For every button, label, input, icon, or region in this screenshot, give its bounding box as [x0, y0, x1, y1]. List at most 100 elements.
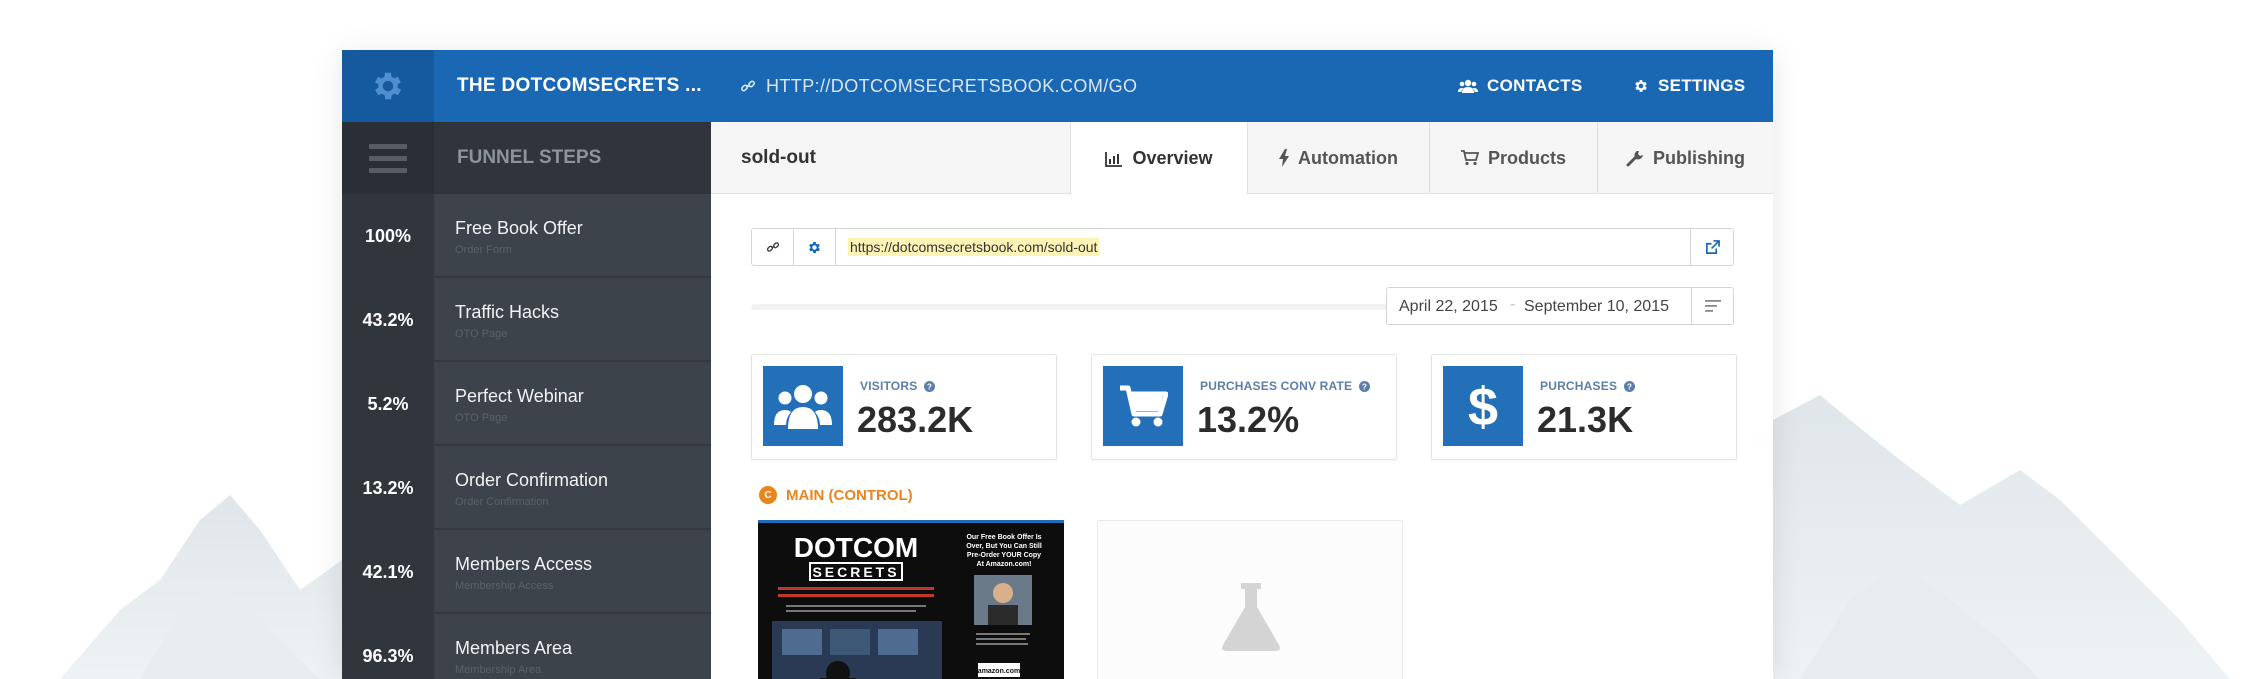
stat-label: VISITORS ? [860, 379, 936, 393]
funnel-url-link[interactable]: HTTP://DOTCOMSECRETSBOOK.COM/GO [740, 50, 1137, 122]
page-thumbnail[interactable]: DOTCOM SECRETS Our Free Book Offer Is Ov… [758, 520, 1064, 679]
funnel-step-traffic-hacks[interactable]: 43.2% Traffic Hacks OTO Page [342, 278, 711, 362]
dollar-icon: $ [1468, 378, 1498, 434]
svg-text:?: ? [927, 382, 932, 391]
variant-header: C MAIN (CONTROL) [759, 486, 913, 504]
step-conversion-percent: 100% [342, 194, 434, 278]
stat-icon-box: $ [1443, 366, 1523, 446]
funnel-url-text: HTTP://DOTCOMSECRETSBOOK.COM/GO [766, 75, 1138, 96]
variant-label: MAIN (CONTROL) [786, 486, 913, 504]
tab-automation[interactable]: Automation [1247, 122, 1429, 194]
top-bar: THE DOTCOMSECRETS ... HTTP://DOTCOMSECRE… [342, 50, 1773, 122]
thumbnail-logo-bottom: SECRETS [812, 564, 899, 580]
thumbnail-preview: DOTCOM SECRETS Our Free Book Offer Is Ov… [758, 523, 1064, 679]
step-conversion-percent: 5.2% [342, 362, 434, 446]
funnel-step-free-book-offer[interactable]: 100% Free Book Offer Order Form [342, 194, 711, 278]
add-split-test-placeholder[interactable] [1097, 520, 1403, 679]
main-panel: sold-out Overview Automation Products Pu… [711, 122, 1773, 679]
step-name: Perfect Webinar [455, 386, 584, 406]
link-icon [740, 80, 756, 92]
settings-button[interactable]: SETTINGS [1633, 50, 1745, 122]
date-range-picker[interactable]: April 22, 2015 - September 10, 2015 [1386, 287, 1734, 325]
sidebar-header: FUNNEL STEPS [342, 122, 711, 194]
flask-icon [1222, 583, 1280, 651]
filter-lines-icon [1704, 300, 1721, 312]
funnel-step-order-confirmation[interactable]: 13.2% Order Confirmation Order Confirmat… [342, 446, 711, 530]
svg-text:?: ? [1362, 382, 1367, 391]
svg-text:?: ? [1627, 382, 1632, 391]
hamburger-menu-icon [369, 144, 407, 173]
funnel-step-members-access[interactable]: 42.1% Members Access Membership Access [342, 530, 711, 614]
stat-label-text: VISITORS [860, 379, 918, 393]
svg-text:At Amazon.com!: At Amazon.com! [977, 561, 1032, 568]
step-conversion-percent: 13.2% [342, 446, 434, 530]
stat-card-conversion-rate: PURCHASES CONV RATE ? 13.2% [1091, 354, 1397, 460]
open-page-button[interactable] [1690, 229, 1733, 265]
thumbnail-amazon: amazon.com [978, 668, 1020, 675]
users-icon [1458, 79, 1478, 93]
sidebar-menu-toggle[interactable] [342, 122, 434, 194]
step-name: Members Access [455, 554, 593, 574]
funnel-title[interactable]: THE DOTCOMSECRETS ... [457, 50, 702, 122]
page-url-field: https://dotcomsecretsbook.com/sold-out [751, 228, 1734, 266]
tab-label: Overview [1132, 148, 1213, 168]
funnel-app-window: THE DOTCOMSECRETS ... HTTP://DOTCOMSECRE… [342, 50, 1773, 679]
step-conversion-percent: 96.3% [342, 614, 434, 679]
contacts-button[interactable]: CONTACTS [1458, 50, 1583, 122]
help-icon[interactable]: ? [1624, 380, 1636, 392]
tab-overview[interactable]: Overview [1070, 122, 1247, 195]
step-type: Order Confirmation [455, 496, 549, 508]
tab-label: Publishing [1653, 147, 1745, 168]
stat-value: 21.3K [1537, 399, 1634, 440]
funnel-settings-gear[interactable] [342, 50, 434, 122]
settings-label: SETTINGS [1658, 76, 1746, 95]
funnel-step-perfect-webinar[interactable]: 5.2% Perfect Webinar OTO Page [342, 362, 711, 446]
date-start: April 22, 2015 [1399, 298, 1498, 315]
date-end: September 10, 2015 [1524, 298, 1669, 315]
help-icon[interactable]: ? [1359, 380, 1371, 392]
gear-icon [809, 241, 820, 253]
url-settings-button[interactable] [794, 229, 836, 265]
contacts-label: CONTACTS [1487, 76, 1583, 95]
date-filter-button[interactable] [1691, 288, 1733, 324]
funnel-steps-sidebar: FUNNEL STEPS 100% Free Book Offer Order … [342, 122, 711, 679]
tab-products[interactable]: Products [1429, 122, 1597, 194]
copy-link-button[interactable] [752, 229, 794, 265]
tab-label: Automation [1298, 147, 1398, 168]
link-icon [766, 242, 779, 252]
page-url-text[interactable]: https://dotcomsecretsbook.com/sold-out [848, 238, 1100, 256]
svg-text:Pre-Order YOUR Copy: Pre-Order YOUR Copy [967, 552, 1041, 559]
date-separator: - [1510, 296, 1516, 313]
tab-label: Products [1487, 147, 1566, 168]
stat-icon-box [1103, 366, 1183, 446]
svg-text:$: $ [1468, 378, 1498, 434]
tab-publishing[interactable]: Publishing [1597, 122, 1773, 194]
svg-text:Over, But You Can Still: Over, But You Can Still [966, 543, 1042, 550]
funnel-step-members-area[interactable]: 96.3% Members Area Membership Area [342, 614, 711, 679]
stat-label-text: PURCHASES [1540, 379, 1618, 393]
stat-icon-box [763, 366, 843, 446]
step-conversion-percent: 42.1% [342, 530, 434, 614]
bolt-icon [1279, 149, 1289, 167]
step-name: Members Area [455, 638, 573, 658]
divider [751, 304, 1391, 310]
stat-label: PURCHASES CONV RATE ? [1200, 379, 1371, 393]
cart-icon [1460, 150, 1479, 166]
external-link-icon [1705, 239, 1720, 254]
stat-label: PURCHASES ? [1540, 379, 1636, 393]
stat-card-purchases: $ PURCHASES ? 21.3K [1431, 354, 1737, 460]
bar-chart-icon [1105, 151, 1123, 167]
gear-icon [375, 72, 402, 100]
cart-icon [1120, 385, 1168, 427]
users-icon [774, 385, 832, 429]
page-tab-bar: sold-out Overview Automation Products Pu… [711, 122, 1773, 195]
thumbnail-logo-top: DOTCOM [794, 532, 918, 563]
svg-text:Our Free Book Offer Is: Our Free Book Offer Is [966, 534, 1041, 541]
stat-card-visitors: VISITORS ? 283.2K [751, 354, 1057, 460]
step-type: OTO Page [455, 328, 508, 340]
help-icon[interactable]: ? [924, 380, 936, 392]
step-type: Membership Access [455, 580, 554, 592]
stat-value: 283.2K [857, 399, 974, 440]
page-title: sold-out [741, 147, 816, 168]
step-name: Order Confirmation [455, 470, 609, 490]
